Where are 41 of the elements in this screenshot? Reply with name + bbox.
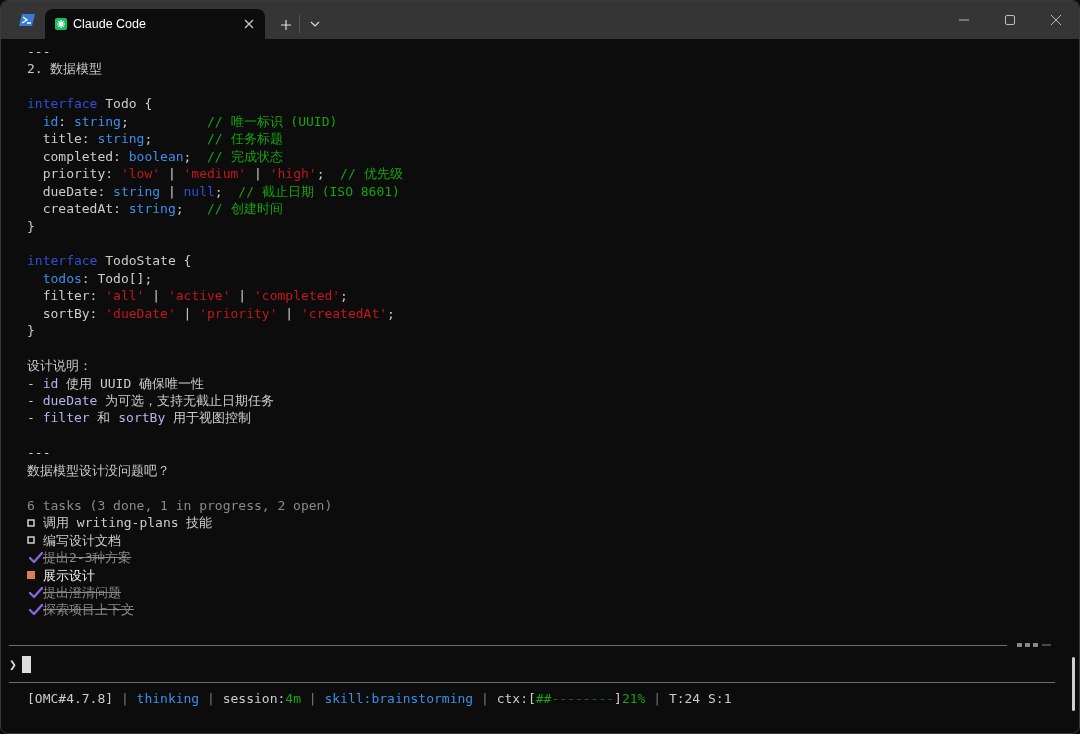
status-line: [OMC#4.7.8] | thinking | session:4m | skill:brainstorming | ctx:[##--------]21% | T:24 S:1 xyxy=(27,690,732,707)
transcript-line: sortBy: 'dueDate' | 'priority' | 'createdAt'; xyxy=(41,304,395,323)
transcript-line: interface TodoState { xyxy=(27,252,192,270)
transcript-line: completed: boolean; // 完成状态 xyxy=(41,147,283,166)
task-item: 调用 writing-plans 技能 xyxy=(43,514,213,532)
task-item: 提出2-3种方案 xyxy=(43,549,132,567)
transcript-line: title: string; // 任务标题 xyxy=(41,130,283,148)
transcript-line: dueDate: string | null; // 截止日期 (ISO 8601) xyxy=(41,182,400,201)
close-icon[interactable] xyxy=(243,18,255,30)
transcript-line: - filter 和 sortBy 用于视图控制 xyxy=(27,409,252,427)
transcript-line: interface Todo { xyxy=(27,95,153,113)
terminal-icon xyxy=(19,13,35,27)
transcript-line: --- xyxy=(27,43,51,61)
text-cursor xyxy=(21,656,31,673)
transcript-line: 数据模型设计没问题吧？ xyxy=(27,461,170,480)
prompt-symbol: ❯ xyxy=(9,657,17,672)
transcript-line: } xyxy=(27,217,35,235)
task-item: 编写设计文档 xyxy=(43,531,121,550)
transcript-line: - id 使用 UUID 确保唯一性 xyxy=(27,374,205,392)
task-item: 展示设计 xyxy=(43,566,95,584)
terminal-tab[interactable]: Claude Code xyxy=(45,9,265,39)
close-icon[interactable] xyxy=(1051,15,1061,25)
transcript-line: } xyxy=(27,322,35,340)
transcript-line: --- xyxy=(27,444,51,462)
transcript-line: - dueDate 为可选，支持无截止日期任务 xyxy=(27,392,275,410)
chevron-down-icon[interactable] xyxy=(310,21,320,27)
transcript-line: createdAt: string; // 创建时间 xyxy=(41,200,283,218)
asterisk-icon xyxy=(55,18,67,30)
task-summary: 6 tasks (3 done, 1 in progress, 2 open) xyxy=(27,496,333,515)
more-icon[interactable] xyxy=(1017,643,1051,647)
transcript-line: 设计说明： xyxy=(27,357,92,375)
maximize-icon[interactable] xyxy=(1005,15,1015,25)
tab-title: Claude Code xyxy=(73,17,146,31)
transcript-line: 2. 数据模型 xyxy=(27,60,103,78)
transcript-line: filter: 'all' | 'active' | 'completed'; xyxy=(41,287,348,305)
task-item: 提出澄清问题 xyxy=(43,583,121,602)
scrollbar[interactable] xyxy=(1072,657,1075,711)
transcript-line: priority: 'low' | 'medium' | 'high'; // 优先级 xyxy=(41,165,403,183)
task-item: 探索项目上下文 xyxy=(43,601,134,619)
transcript-line: todos: Todo[]; xyxy=(41,269,153,288)
transcript-line: id: string; // 唯一标识 (UUID) xyxy=(41,112,338,131)
